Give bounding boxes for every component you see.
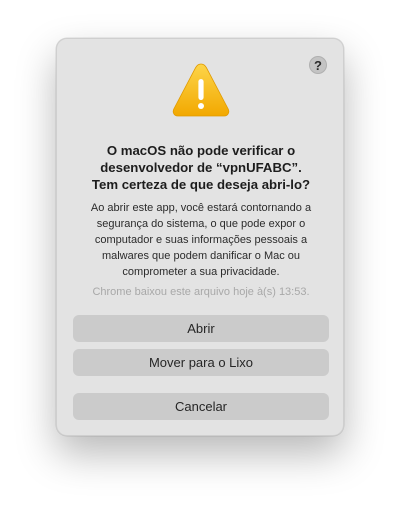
dialog-message: Ao abrir este app, você estará contornan… [90,202,312,278]
download-note: Chrome baixou este arquivo hoje à(s) 13:… [92,286,310,298]
warning-triangle-icon [172,63,230,117]
cancel-button[interactable]: Cancelar [73,393,329,420]
dialog-title: O macOS não pode verificar o desenvolved… [91,143,311,192]
open-button[interactable]: Abrir [73,315,329,342]
security-alert-dialog: ? O macOS não pode verificar o desenvolv… [56,38,344,436]
move-to-trash-button[interactable]: Mover para o Lixo [73,349,329,376]
help-button[interactable]: ? [309,56,327,74]
